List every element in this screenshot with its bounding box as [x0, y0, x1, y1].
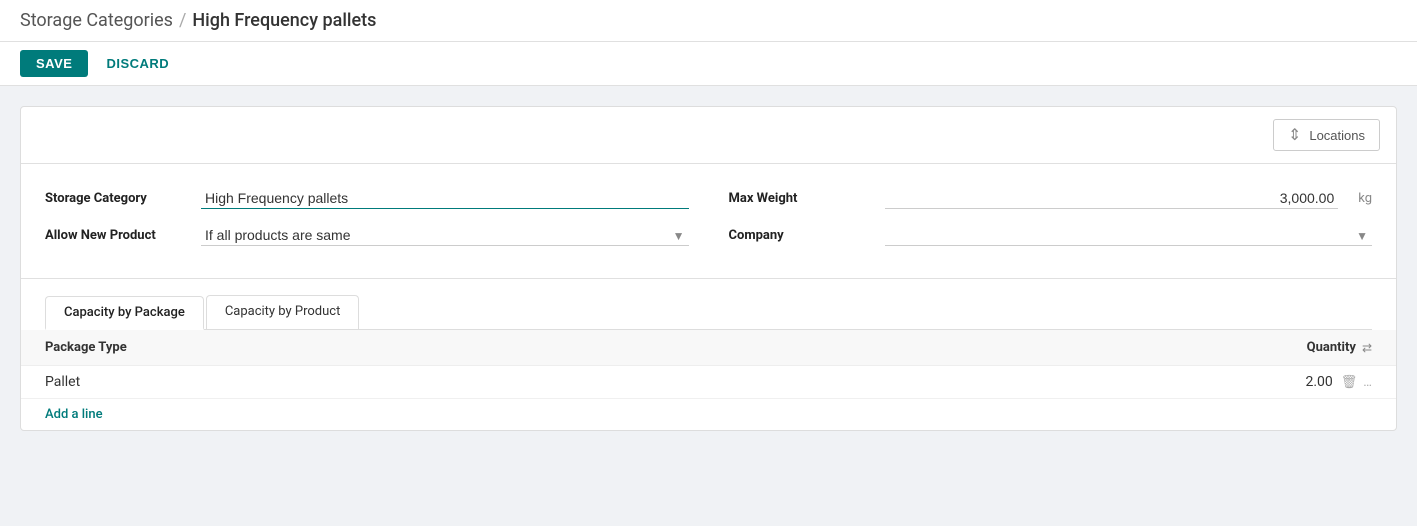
max-weight-input[interactable]: [885, 188, 1339, 209]
delete-icon[interactable]: 🗑: [1341, 375, 1358, 390]
row-package-type: Pallet: [45, 374, 80, 390]
company-select-wrapper: ▼: [885, 225, 1373, 246]
discard-button[interactable]: DISCARD: [96, 50, 179, 77]
allow-new-product-label: Allow New Product: [45, 228, 185, 243]
company-group: Company ▼: [729, 225, 1373, 246]
table-row: Pallet 2.00 🗑 …: [21, 366, 1396, 399]
storage-category-group: Storage Category: [45, 188, 689, 209]
action-bar: SAVE DISCARD: [0, 42, 1417, 86]
breadcrumb-separator: /: [179, 10, 186, 31]
company-select[interactable]: [885, 225, 1373, 246]
locations-button[interactable]: ⇕ Locations: [1273, 119, 1380, 151]
allow-new-product-select[interactable]: If all products are same If same product…: [201, 225, 689, 246]
form-fields: Storage Category Max Weight kg Allow New…: [21, 164, 1396, 279]
locations-icon: ⇕: [1288, 125, 1301, 145]
tab-capacity-by-package[interactable]: Capacity by Package: [45, 296, 204, 330]
add-line-button[interactable]: Add a line: [21, 399, 127, 430]
row-menu-icon[interactable]: …: [1363, 375, 1372, 390]
row-quantity: 2.00: [1305, 374, 1332, 390]
adjust-columns-icon[interactable]: ⇄: [1362, 341, 1372, 355]
max-weight-unit: kg: [1358, 191, 1372, 206]
col-quantity-header: Quantity: [1307, 340, 1356, 355]
company-label: Company: [729, 228, 869, 243]
tab-capacity-by-product[interactable]: Capacity by Product: [206, 295, 360, 329]
max-weight-group: Max Weight kg: [729, 188, 1373, 209]
card-header: ⇕ Locations: [21, 107, 1396, 164]
breadcrumb-parent[interactable]: Storage Categories: [20, 10, 173, 31]
page-content: ⇕ Locations Storage Category Max Weight …: [0, 86, 1417, 451]
save-button[interactable]: SAVE: [20, 50, 88, 77]
storage-category-label: Storage Category: [45, 191, 185, 206]
allow-new-product-wrapper: If all products are same If same product…: [201, 225, 689, 246]
breadcrumb-current: High Frequency pallets: [192, 10, 376, 31]
tabs-row: Capacity by Package Capacity by Product: [45, 295, 1372, 330]
col-quantity-wrap: Quantity ⇄: [1307, 340, 1372, 355]
form-row-2: Allow New Product If all products are sa…: [45, 225, 1372, 246]
tabs-section: Capacity by Package Capacity by Product: [21, 279, 1396, 330]
form-card: ⇕ Locations Storage Category Max Weight …: [20, 106, 1397, 431]
tab-content: Package Type Quantity ⇄ Pallet 2.00 🗑 … …: [21, 330, 1396, 430]
locations-label: Locations: [1309, 128, 1365, 143]
storage-category-input[interactable]: [201, 188, 689, 209]
max-weight-label: Max Weight: [729, 191, 869, 206]
allow-new-product-group: Allow New Product If all products are sa…: [45, 225, 689, 246]
col-package-type-header: Package Type: [45, 340, 127, 355]
row-qty-wrap: 2.00 🗑 …: [1305, 374, 1372, 390]
form-row-1: Storage Category Max Weight kg: [45, 188, 1372, 209]
row-actions: 🗑 …: [1341, 375, 1372, 390]
breadcrumb: Storage Categories / High Frequency pall…: [20, 10, 1397, 31]
table-header: Package Type Quantity ⇄: [21, 330, 1396, 366]
